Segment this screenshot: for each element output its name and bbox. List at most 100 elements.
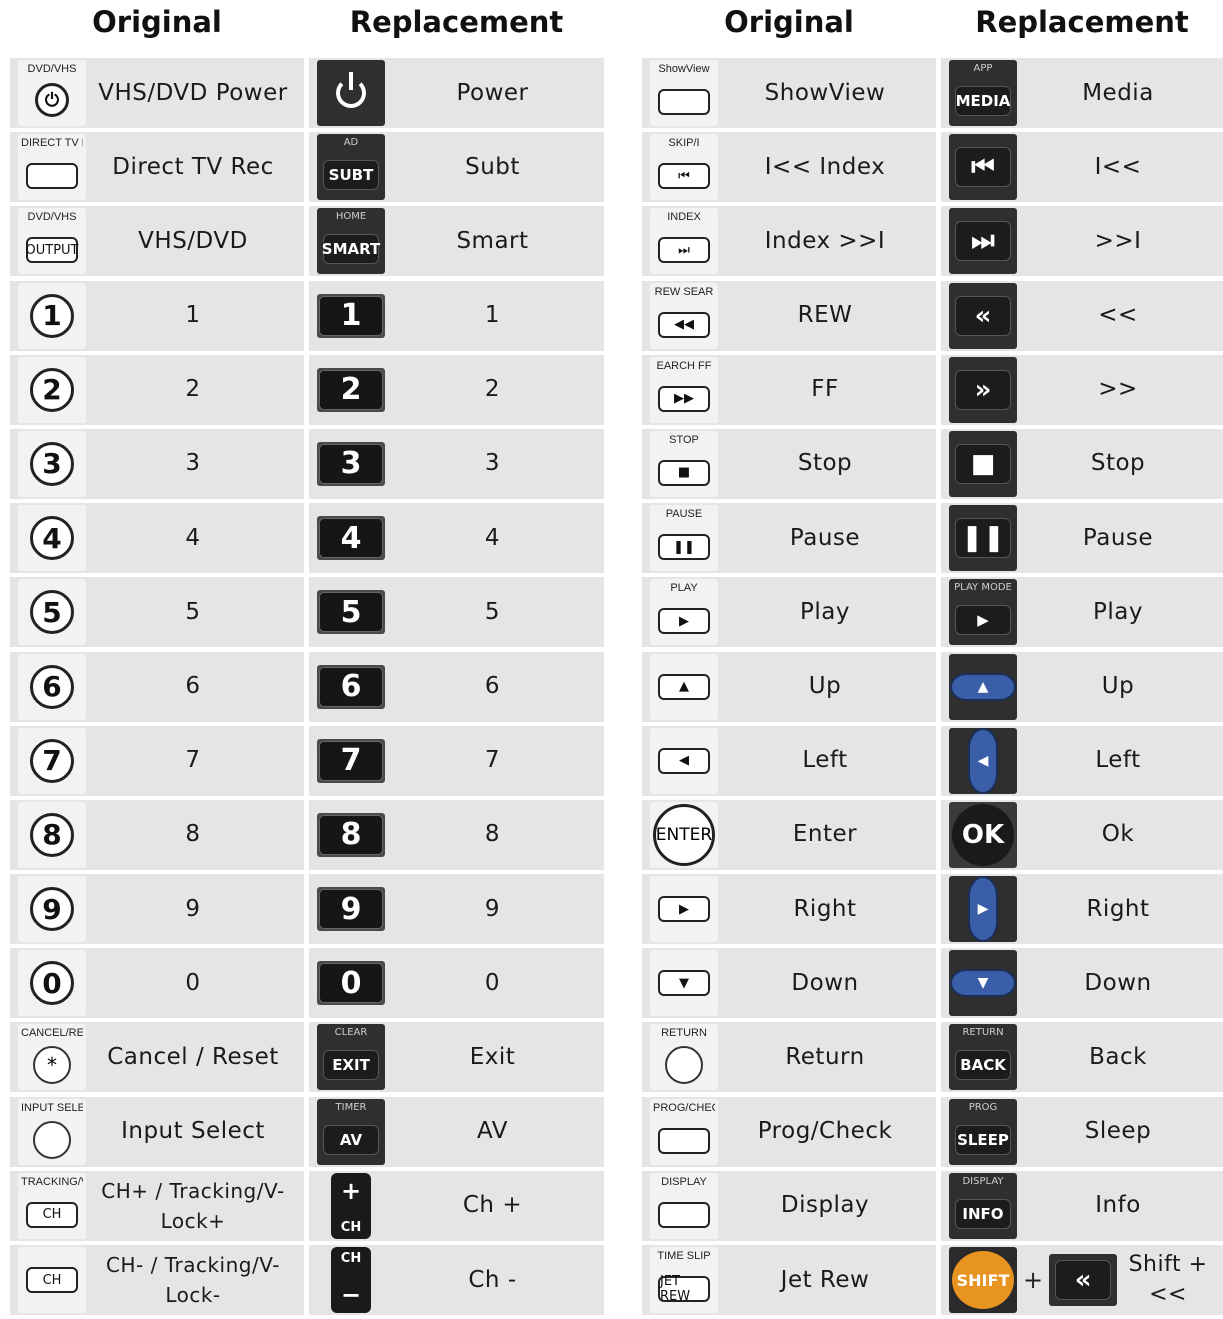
- remote-key: ❚❚: [955, 518, 1011, 559]
- table-row: INPUT SELECT Input Select TIMER AV AV: [10, 1096, 604, 1167]
- original-cell: 99: [10, 874, 304, 945]
- digit-6-icon: 6: [18, 653, 86, 720]
- replacement-label: Left: [1095, 747, 1141, 774]
- direction-pad-segment: ▲: [950, 672, 1016, 701]
- media-key-icon: APP MEDIA: [949, 60, 1017, 126]
- original-label: 2: [185, 376, 201, 403]
- replacement-cell: CH − Ch -: [309, 1245, 604, 1315]
- original-cell: 22: [10, 354, 304, 425]
- rect-key: CH: [26, 1267, 78, 1293]
- power-symbol: ⏻: [35, 83, 69, 117]
- table-row: SKIP/I ⏮ I<< Index ⏮ I<<: [642, 132, 1223, 203]
- original-cell: TRACKING/V-LOCK CH CH+ / Tracking/V-Lock+: [10, 1170, 304, 1241]
- original-label: 0: [185, 969, 201, 996]
- digit-3-key-icon: 3: [317, 441, 385, 486]
- rect-key: [26, 163, 78, 190]
- original-cell: TIME SLIP JET REW Jet Rew: [642, 1245, 936, 1315]
- original-cell: DVD/VHS OUTPUT VHS/DVD: [10, 206, 304, 277]
- asterisk-key: *: [33, 1046, 71, 1085]
- original-cell: ▶ Right: [642, 874, 936, 945]
- info-key-icon: DISPLAY INFO: [949, 1172, 1017, 1239]
- digit-key: 6: [319, 666, 383, 707]
- display-icon: DISPLAY: [650, 1172, 718, 1239]
- original-label: 7: [185, 747, 201, 774]
- table-row: DVD/VHS ⏻ VHS/DVD Power Power: [10, 58, 604, 128]
- replacement-label: Info: [1095, 1192, 1141, 1219]
- digit-key: 7: [319, 740, 383, 781]
- table-row: EARCH FF ▶▶ FF » >>: [642, 354, 1223, 425]
- button-caption: DIRECT TV REC: [21, 137, 83, 150]
- remote-key: MEDIA: [955, 86, 1011, 116]
- ch-minus-key-icon: CH −: [317, 1247, 385, 1313]
- table-row: 5555: [10, 577, 604, 648]
- digit-7-icon: 7: [18, 727, 86, 794]
- replacement-label: I<<: [1094, 153, 1142, 180]
- button-caption: ShowView: [658, 63, 710, 75]
- rect-key: ⏭: [658, 237, 710, 264]
- original-cell: ▼ Down: [642, 948, 936, 1019]
- prog-check-icon: PROG/CHECK: [650, 1098, 718, 1165]
- original-cell: 77: [10, 725, 304, 796]
- replacement-cell: 66: [309, 651, 604, 722]
- header-replacement-right: Replacement: [975, 5, 1189, 39]
- replacement-cell: OK Ok: [941, 799, 1223, 870]
- original-label: ShowView: [764, 79, 886, 106]
- remote-key: »: [955, 369, 1011, 410]
- original-label: Down: [791, 969, 859, 996]
- replacement-cell: 00: [309, 948, 604, 1019]
- skip-forward-key-icon: ⏭: [949, 208, 1017, 275]
- original-cell: RETURN Return: [642, 1022, 936, 1093]
- replacement-cell: 33: [309, 428, 604, 499]
- replacement-label: Play: [1093, 598, 1143, 625]
- replacement-label: 4: [484, 524, 501, 551]
- replacement-label: Power: [456, 79, 529, 106]
- original-cell: ▲ Up: [642, 651, 936, 722]
- blue-up-icon: ▲: [949, 653, 1017, 720]
- button-caption: AD: [343, 137, 359, 149]
- rect-key: ▶: [658, 608, 710, 635]
- table-row: ShowView ShowView APP MEDIA Media: [642, 58, 1223, 128]
- smart-key-icon: HOME SMART: [317, 208, 385, 275]
- digit-key: 7: [30, 738, 74, 783]
- rewind-icon: REW SEAR ◀◀: [650, 282, 718, 349]
- skip-forward-icon: INDEX ⏭: [650, 208, 718, 275]
- table-row: ◀ Left ◀ Left: [642, 725, 1223, 796]
- rewind-key-icon: «: [1049, 1254, 1118, 1306]
- rewind-key-icon: «: [949, 282, 1017, 349]
- digit-key: 9: [319, 889, 383, 930]
- subt-key-icon: AD SUBT: [317, 134, 385, 201]
- original-label: CH+ / Tracking/V-Lock+: [101, 1178, 285, 1233]
- original-label: Prog/Check: [757, 1118, 893, 1145]
- digit-key: 9: [30, 887, 74, 932]
- remote-key: EXIT: [323, 1050, 379, 1081]
- replacement-label: 8: [484, 821, 501, 848]
- original-label: 9: [185, 895, 201, 922]
- table-row: DISPLAY Display DISPLAY INFO Info: [642, 1170, 1223, 1241]
- button-caption: DVD/VHS: [27, 211, 77, 224]
- replacement-label: Sleep: [1084, 1118, 1152, 1145]
- up-arrow-icon: ▲: [650, 653, 718, 720]
- table-row: DIRECT TV REC Direct TV Rec AD SUBT Subt: [10, 132, 604, 203]
- button-caption: DISPLAY: [962, 1175, 1004, 1187]
- replacement-label: Pause: [1082, 524, 1154, 551]
- original-label: Right: [793, 895, 857, 922]
- original-cell: 44: [10, 503, 304, 574]
- remote-key: SMART: [322, 234, 380, 265]
- digit-5-key-icon: 5: [317, 590, 385, 635]
- ok-key: OK: [952, 803, 1014, 866]
- digit-5-icon: 5: [18, 579, 86, 646]
- button-caption: PROG: [968, 1101, 998, 1113]
- original-label: 5: [185, 598, 201, 625]
- button-caption: DVD/VHS: [27, 63, 77, 75]
- power-symbol: [336, 72, 366, 108]
- replacement-cell: 88: [309, 799, 604, 870]
- table-row: PLAY ▶ Play PLAY MODE ▶ Play: [642, 577, 1223, 648]
- table-row: 6666: [10, 651, 604, 722]
- button-caption: TRACKING/V-LOCK: [21, 1175, 83, 1188]
- channel-symbol: +: [340, 1176, 362, 1205]
- original-cell: EARCH FF ▶▶ FF: [642, 354, 936, 425]
- button-caption: RETURN: [962, 1027, 1004, 1039]
- rect-key: ◀◀: [658, 311, 710, 338]
- replacement-label: Ok: [1101, 821, 1135, 848]
- replacement-cell: ■ Stop: [941, 428, 1223, 499]
